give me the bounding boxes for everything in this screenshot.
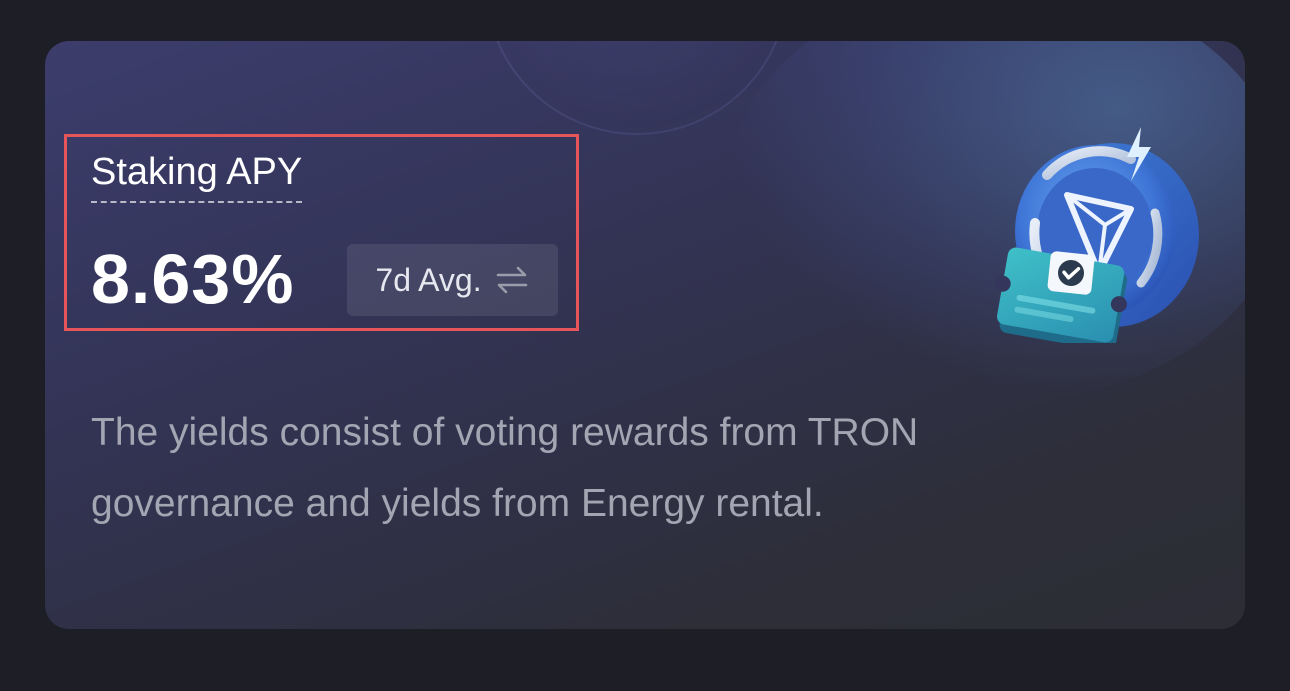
period-toggle-button[interactable]: 7d Avg. [347,244,558,316]
swap-arrows-icon [494,265,530,295]
tron-staking-coin-illustration [955,123,1215,351]
period-label: 7d Avg. [375,262,482,298]
staking-apy-card: Staking APY 8.63% 7d Avg. The yields con… [45,41,1245,629]
apy-description: The yields consist of voting rewards fro… [91,411,919,525]
apy-value: 8.63% [91,240,295,318]
staking-apy-label[interactable]: Staking APY [91,149,303,203]
